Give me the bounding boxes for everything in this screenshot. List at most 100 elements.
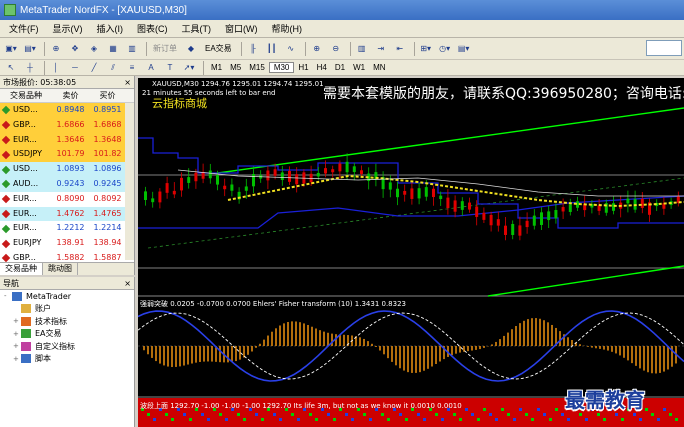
vertical-line-icon[interactable]: │ bbox=[48, 60, 64, 76]
close-icon[interactable]: × bbox=[124, 277, 131, 290]
candle-body bbox=[158, 191, 162, 203]
candle-body bbox=[439, 195, 443, 200]
indicators-icon[interactable]: ⊞▾ bbox=[418, 41, 434, 57]
table-row[interactable]: EURJPY 138.91 138.94 bbox=[0, 236, 134, 251]
navigator-item[interactable]: + EA交易 bbox=[0, 328, 134, 341]
direction-icon bbox=[1, 165, 11, 174]
signal-dot bbox=[273, 413, 276, 416]
label-icon[interactable]: T bbox=[162, 60, 178, 76]
autoscroll-icon[interactable]: ⇤ bbox=[392, 41, 408, 57]
menu-insert[interactable]: 插入(I) bbox=[90, 22, 131, 35]
symbol-label: USDJPY bbox=[13, 149, 42, 159]
new-order-button[interactable]: 新订单 bbox=[150, 41, 180, 57]
timeframe-h1[interactable]: H1 bbox=[294, 63, 312, 72]
price-chart[interactable]: XAUUSD,M30 1294.76 1295.01 1294.74 1295.… bbox=[138, 78, 684, 427]
table-row[interactable]: EUR... 0.8090 0.8092 bbox=[0, 191, 134, 207]
profiles-icon[interactable]: ▤▾ bbox=[22, 41, 38, 57]
candle-body bbox=[640, 198, 644, 208]
direction-icon bbox=[1, 224, 11, 234]
signal-dot bbox=[453, 413, 456, 416]
menu-tools[interactable]: 工具(T) bbox=[175, 22, 219, 35]
search-input[interactable] bbox=[646, 40, 682, 56]
timeframe-h4[interactable]: H4 bbox=[313, 63, 331, 72]
tab-symbols[interactable]: 交易品种 bbox=[0, 263, 43, 275]
menu-file[interactable]: 文件(F) bbox=[2, 22, 46, 35]
signal-dot bbox=[585, 418, 588, 421]
terminal-icon[interactable]: ▦ bbox=[105, 41, 121, 57]
column-symbol[interactable]: 交易品种 bbox=[0, 89, 52, 102]
tester-icon[interactable]: ▥ bbox=[124, 41, 140, 57]
table-row[interactable]: USDJPY 101.79 101.82 bbox=[0, 147, 134, 163]
market-watch-icon[interactable]: ⊕ bbox=[48, 41, 64, 57]
close-icon[interactable]: × bbox=[124, 76, 131, 89]
zoom-in-icon[interactable]: ⊕ bbox=[309, 41, 325, 57]
table-row[interactable]: USD... 1.0893 1.0896 bbox=[0, 162, 134, 177]
crosshair-icon[interactable]: ┼ bbox=[22, 60, 38, 76]
text-icon[interactable]: A bbox=[143, 60, 159, 76]
metaeditor-icon[interactable]: ◆ bbox=[183, 41, 199, 57]
navigator-panel: 导航 × - MetaTrader 账户 + 技术指标 + EA交易 + 自定义指标 + 脚本 bbox=[0, 277, 135, 427]
candle-body bbox=[288, 170, 291, 182]
signal-dot bbox=[519, 408, 522, 411]
navigator-icon[interactable]: ◈ bbox=[86, 41, 102, 57]
signal-dot bbox=[657, 418, 660, 421]
tab-tick-chart[interactable]: 跳动图 bbox=[43, 263, 78, 275]
bid-price: 1.6866 bbox=[56, 119, 85, 129]
navigator-item[interactable]: + 自定义指标 bbox=[0, 340, 134, 353]
data-window-icon[interactable]: ✥ bbox=[67, 41, 83, 57]
cursor-icon[interactable]: ↖ bbox=[3, 60, 19, 76]
tile-windows-icon[interactable]: ▥ bbox=[354, 41, 370, 57]
new-chart-icon[interactable]: ▣▾ bbox=[3, 41, 19, 57]
chart-shift-icon[interactable]: ⇥ bbox=[373, 41, 389, 57]
menu-charts[interactable]: 图表(C) bbox=[130, 22, 175, 35]
expand-icon[interactable]: + bbox=[13, 317, 21, 325]
expand-icon[interactable]: - bbox=[4, 292, 12, 300]
horizontal-line-icon[interactable]: ─ bbox=[67, 60, 83, 76]
arrows-icon[interactable]: ➚▾ bbox=[181, 60, 197, 76]
candlestick-icon[interactable]: ┃┃ bbox=[264, 41, 280, 57]
expand-icon[interactable]: + bbox=[13, 342, 21, 350]
candle-body bbox=[360, 170, 363, 174]
line-chart-icon[interactable]: ∿ bbox=[283, 41, 299, 57]
column-ask[interactable]: 买价 bbox=[89, 89, 126, 102]
menu-view[interactable]: 显示(V) bbox=[46, 22, 90, 35]
timeframe-w1[interactable]: W1 bbox=[349, 63, 369, 72]
column-bid[interactable]: 卖价 bbox=[52, 89, 89, 102]
menu-window[interactable]: 窗口(W) bbox=[218, 22, 265, 35]
table-row[interactable]: GBP... 1.6866 1.6868 bbox=[0, 117, 134, 133]
table-row[interactable]: USD... 0.8948 0.8951 bbox=[0, 103, 134, 118]
row-symbol: EUR... bbox=[0, 133, 52, 148]
table-row[interactable]: EUR... 1.4762 1.4765 bbox=[0, 206, 134, 222]
direction-icon bbox=[1, 194, 11, 204]
templates-icon[interactable]: ▤▾ bbox=[456, 41, 472, 57]
navigator-item[interactable]: + 技术指标 bbox=[0, 315, 134, 328]
row-symbol: EUR... bbox=[0, 207, 52, 222]
timeframe-mn[interactable]: MN bbox=[369, 63, 389, 72]
signal-dot bbox=[543, 413, 546, 416]
navigator-item[interactable]: + 脚本 bbox=[0, 353, 134, 366]
zoom-out-icon[interactable]: ⊖ bbox=[328, 41, 344, 57]
navigator-item[interactable]: 账户 bbox=[0, 303, 134, 316]
timeframe-m5[interactable]: M5 bbox=[226, 63, 245, 72]
trendline-icon[interactable]: ╱ bbox=[86, 60, 102, 76]
expand-icon[interactable]: + bbox=[13, 355, 21, 363]
fibonacci-icon[interactable]: ≡ bbox=[124, 60, 140, 76]
timeframe-m30[interactable]: M30 bbox=[268, 62, 295, 73]
table-row[interactable]: AUD... 0.9243 0.9245 bbox=[0, 176, 134, 192]
market-watch-scrollbar[interactable] bbox=[125, 103, 134, 260]
timeframe-m15[interactable]: M15 bbox=[245, 63, 269, 72]
signal-dot bbox=[279, 418, 282, 421]
expand-icon[interactable]: + bbox=[13, 330, 21, 338]
table-row[interactable]: EUR... 1.3646 1.3648 bbox=[0, 132, 134, 148]
bar-chart-icon[interactable]: ╟ bbox=[245, 41, 261, 57]
navigator-item[interactable]: - MetaTrader bbox=[0, 290, 134, 303]
timeframe-d1[interactable]: D1 bbox=[331, 63, 349, 72]
channel-icon[interactable]: ⫽ bbox=[105, 60, 121, 76]
menu-help[interactable]: 帮助(H) bbox=[265, 22, 310, 35]
timeframe-m1[interactable]: M1 bbox=[207, 63, 226, 72]
expert-button[interactable]: EA交易 bbox=[202, 41, 235, 57]
signal-dot bbox=[465, 408, 468, 411]
table-row[interactable]: EUR... 1.2212 1.2214 bbox=[0, 221, 134, 237]
periods-icon[interactable]: ◷▾ bbox=[437, 41, 453, 57]
navigator-item-label: MetaTrader bbox=[26, 291, 72, 301]
